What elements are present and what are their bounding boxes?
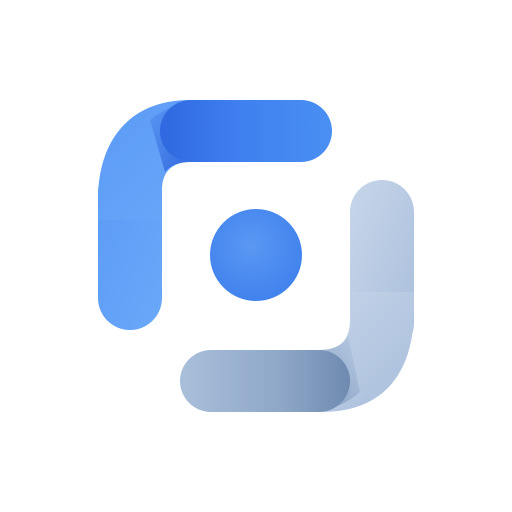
app-logo-icon <box>98 100 414 412</box>
top-blue-bar <box>160 100 332 162</box>
center-dot <box>210 209 302 301</box>
bottom-slate-bar <box>180 350 350 412</box>
app-icon-canvas <box>0 0 512 512</box>
